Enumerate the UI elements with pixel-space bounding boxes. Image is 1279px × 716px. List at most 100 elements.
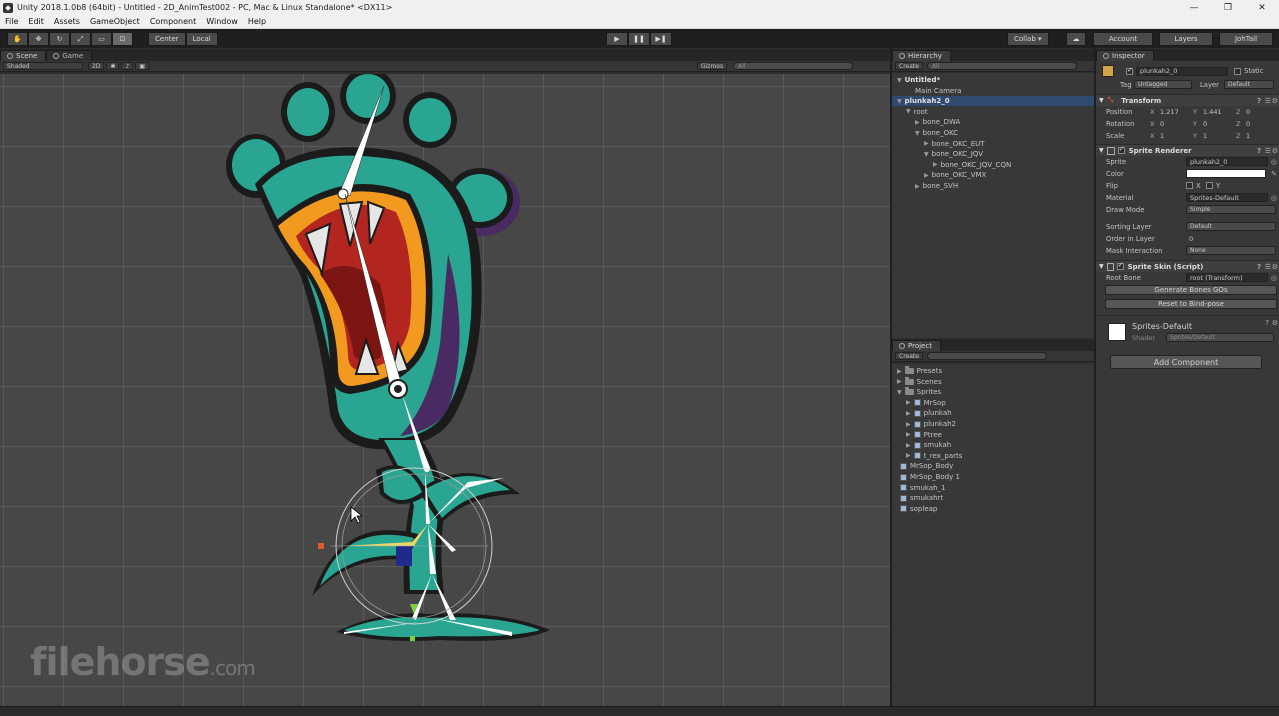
object-picker-icon[interactable]: ◎ (1271, 194, 1277, 202)
gizmos-dropdown[interactable]: Gizmos (696, 62, 728, 70)
hierarchy-item[interactable]: ▼ root (892, 107, 1094, 117)
settings-gear-icon[interactable]: ⚙ (1272, 319, 1278, 327)
transform-y-field[interactable]: 1 (1200, 131, 1234, 140)
project-item[interactable]: smukahrt (897, 493, 943, 503)
project-item[interactable]: ▶ t_rex_parts (906, 451, 962, 461)
project-item[interactable]: sopleap (897, 504, 937, 514)
mask-interaction-dropdown[interactable]: None (1186, 246, 1276, 255)
maximize-button[interactable]: ❐ (1211, 0, 1245, 15)
expand-arrow-icon[interactable]: ▶ (906, 399, 911, 406)
transform-tool-icon[interactable]: ⊡ (112, 32, 133, 46)
step-icon[interactable]: ▶❚ (650, 32, 672, 46)
collab-button[interactable]: Collab ▾ (1007, 32, 1049, 46)
mode-2d-toggle[interactable]: 2D (88, 62, 105, 70)
hierarchy-item[interactable]: ▶ bone_OKC_VMX (892, 170, 1094, 180)
root-bone-field[interactable]: root (Transform) (1186, 273, 1268, 282)
hierarchy-create-dropdown[interactable]: Create (895, 62, 923, 70)
draw-mode-dropdown[interactable]: Simple (1186, 205, 1276, 214)
project-item[interactable]: ▶ Ptree (906, 430, 942, 440)
tab-game[interactable]: Game (46, 50, 93, 61)
transform-z-field[interactable]: 1 (1243, 131, 1277, 140)
collapse-arrow-icon[interactable]: ▼ (1099, 97, 1104, 104)
material-field[interactable]: Sprites-Default (1186, 193, 1268, 202)
hierarchy-item[interactable]: ▶ bone_OKC_EUT (892, 139, 1094, 149)
pivot-local-button[interactable]: Local (185, 32, 218, 46)
expand-arrow-icon[interactable]: ▶ (924, 140, 929, 147)
collapse-arrow-icon[interactable]: ▼ (1099, 263, 1104, 270)
menu-gameobject[interactable]: GameObject (85, 17, 145, 26)
transform-x-field[interactable]: 0 (1157, 119, 1191, 128)
scene-search-input[interactable]: All (733, 62, 854, 70)
preset-icon[interactable]: ☰ (1265, 97, 1271, 105)
flip-y-checkbox[interactable] (1206, 182, 1213, 189)
settings-gear-icon[interactable]: ⚙ (1272, 147, 1278, 155)
project-item[interactable]: ▼ Sprites (897, 387, 941, 397)
project-create-dropdown[interactable]: Create (895, 352, 923, 360)
hierarchy-item[interactable]: ▶ bone_OKC_JQV_CQN (892, 160, 1094, 170)
settings-gear-icon[interactable]: ⚙ (1272, 263, 1278, 271)
sprite-skin-header[interactable]: ▼ Sprite Skin (Script) ? ☰ ⚙ (1096, 260, 1279, 272)
project-item[interactable]: ▶ smukah (906, 440, 951, 450)
transform-x-field[interactable]: 1.217 (1157, 107, 1191, 116)
transform-y-field[interactable]: 0 (1200, 119, 1234, 128)
sprite-skin-enabled-checkbox[interactable] (1116, 261, 1124, 270)
project-item[interactable]: MrSop_Body 1 (897, 472, 960, 482)
minimize-button[interactable]: — (1177, 0, 1211, 15)
tab-scene[interactable]: Scene (0, 50, 47, 61)
preset-icon[interactable]: ☰ (1265, 147, 1271, 155)
project-item[interactable]: ▶ MrSop (906, 398, 946, 408)
sorting-layer-dropdown[interactable]: Default (1186, 222, 1276, 231)
tab-inspector[interactable]: Inspector (1096, 50, 1154, 61)
play-icon[interactable]: ▶ (606, 32, 628, 46)
pivot-center-button[interactable]: Center (148, 32, 186, 46)
hierarchy-item[interactable]: ▶ bone_DWA (892, 117, 1094, 127)
tab-project[interactable]: Project (892, 340, 941, 351)
shader-dropdown[interactable]: Sprites/Default (1166, 333, 1274, 342)
expand-arrow-icon[interactable]: ▶ (897, 378, 902, 385)
static-checkbox[interactable] (1234, 67, 1241, 75)
menu-file[interactable]: File (0, 17, 23, 26)
tag-dropdown[interactable]: Untagged (1134, 80, 1192, 89)
menu-edit[interactable]: Edit (23, 17, 49, 26)
expand-arrow-icon[interactable]: ▶ (915, 183, 920, 190)
reset-bind-pose-button[interactable]: Reset to Bind-pose (1105, 299, 1277, 309)
layout-dropdown[interactable]: JohTall (1219, 32, 1273, 46)
rotate-tool-icon[interactable]: ↻ (49, 32, 70, 46)
help-icon[interactable]: ? (1257, 147, 1261, 155)
layer-dropdown[interactable]: Default (1224, 80, 1274, 89)
expand-arrow-icon[interactable]: ▶ (906, 442, 911, 449)
menu-assets[interactable]: Assets (49, 17, 85, 26)
layers-dropdown[interactable]: Layers (1159, 32, 1213, 46)
eyedropper-icon[interactable]: ✎ (1271, 170, 1277, 178)
expand-arrow-icon[interactable]: ▼ (906, 108, 911, 115)
shading-mode-dropdown[interactable]: Shaded (3, 62, 83, 70)
hierarchy-item[interactable]: ▼ bone_OKC (892, 128, 1094, 138)
hierarchy-item[interactable]: Main Camera (892, 86, 1094, 96)
expand-arrow-icon[interactable]: ▶ (906, 421, 911, 428)
collapse-arrow-icon[interactable]: ▼ (1099, 147, 1104, 154)
expand-arrow-icon[interactable]: ▼ (897, 77, 902, 84)
hierarchy-item[interactable]: ▼ plunkah2_0 (892, 96, 1094, 107)
expand-arrow-icon[interactable]: ▼ (924, 151, 929, 158)
cloud-icon[interactable]: ☁ (1066, 32, 1086, 46)
expand-arrow-icon[interactable]: ▶ (897, 368, 902, 375)
hand-tool-icon[interactable]: ✋ (7, 32, 28, 46)
color-swatch[interactable] (1186, 169, 1266, 178)
transform-x-field[interactable]: 1 (1157, 131, 1191, 140)
hierarchy-item[interactable]: ▼ bone_OKC_JQV (892, 149, 1094, 159)
help-icon[interactable]: ? (1265, 319, 1269, 327)
transform-header[interactable]: ▼ ⤡ Transform ? ☰ ⚙ (1096, 94, 1279, 106)
project-item[interactable]: ▶ Presets (897, 366, 942, 376)
add-component-button[interactable]: Add Component (1110, 355, 1262, 369)
object-picker-icon[interactable]: ◎ (1271, 274, 1277, 282)
hierarchy-item[interactable]: ▶ bone_SVH (892, 181, 1094, 191)
expand-arrow-icon[interactable]: ▶ (924, 172, 929, 179)
project-item[interactable]: smukah_1 (897, 483, 946, 493)
generate-bones-button[interactable]: Generate Bones GOs (1105, 285, 1277, 295)
pause-icon[interactable]: ❚❚ (628, 32, 650, 46)
hierarchy-item[interactable]: ▼ Untitled* (892, 75, 1094, 85)
scene-view[interactable] (0, 74, 890, 706)
flip-x-checkbox[interactable] (1186, 182, 1193, 189)
sprite-field[interactable]: plunkah2_0 (1186, 157, 1268, 166)
expand-arrow-icon[interactable]: ▶ (933, 161, 938, 168)
